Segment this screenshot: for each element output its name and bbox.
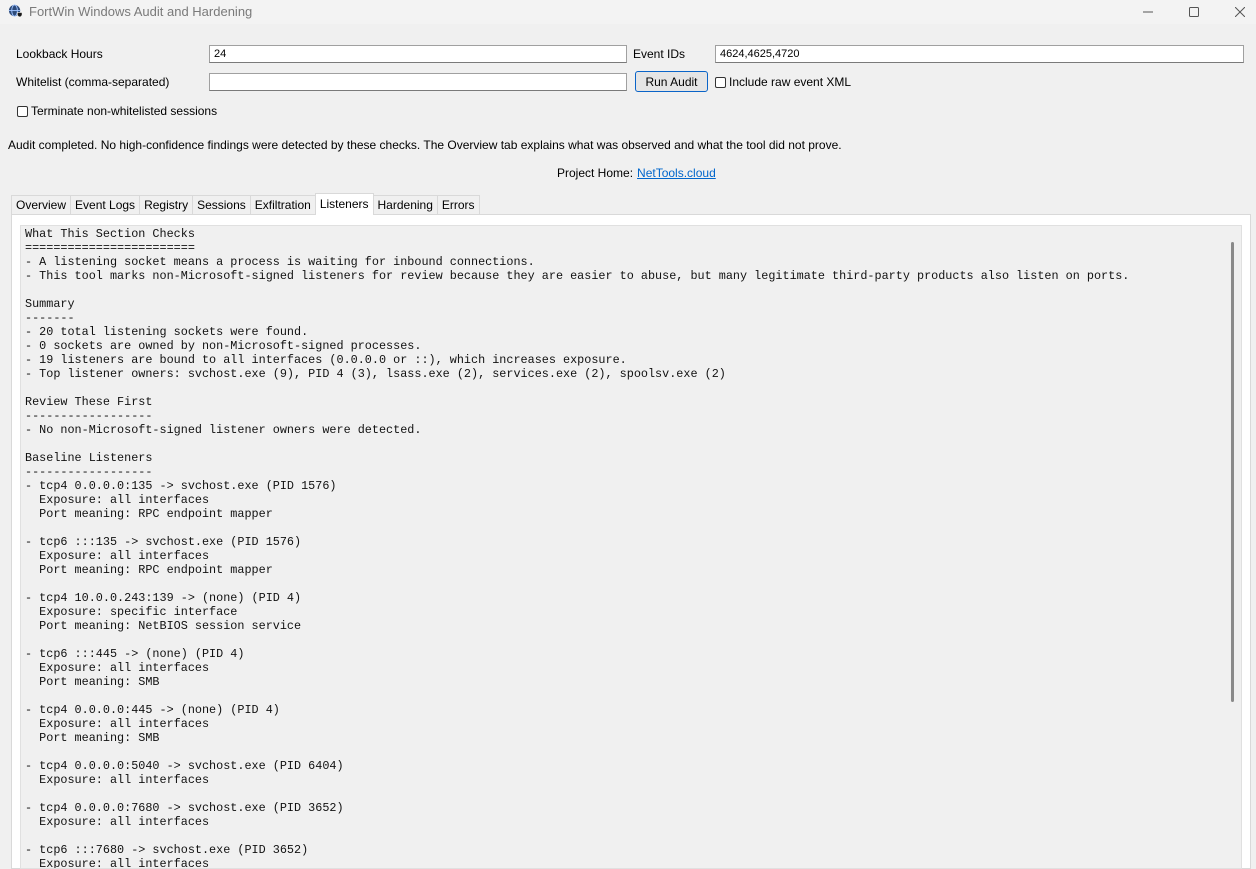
shield-globe-icon — [8, 4, 23, 18]
include-xml-label: Include raw event XML — [729, 75, 852, 89]
tab-strip: Overview Event Logs Registry Sessions Ex… — [11, 193, 480, 215]
vertical-scrollbar[interactable] — [1224, 226, 1241, 868]
terminate-checkbox[interactable]: Terminate non-whitelisted sessions — [17, 104, 217, 118]
listeners-output-text: What This Section Checks ===============… — [25, 227, 1130, 869]
title-bar: FortWin Windows Audit and Hardening — [0, 0, 1256, 24]
close-icon — [1235, 7, 1245, 17]
maximize-button[interactable] — [1171, 0, 1217, 24]
minimize-icon — [1143, 11, 1153, 13]
project-home-link[interactable]: NetTools.cloud — [637, 166, 716, 180]
tab-registry[interactable]: Registry — [139, 195, 194, 214]
checkbox-box[interactable] — [715, 76, 726, 88]
tab-event-logs[interactable]: Event Logs — [70, 195, 141, 214]
tab-overview[interactable]: Overview — [11, 195, 72, 214]
whitelist-label: Whitelist (comma-separated) — [16, 75, 170, 89]
listeners-output-textbox[interactable]: What This Section Checks ===============… — [20, 225, 1242, 869]
scroll-thumb[interactable] — [1231, 242, 1234, 702]
whitelist-input[interactable] — [209, 73, 627, 91]
status-message: Audit completed. No high-confidence find… — [8, 138, 842, 152]
include-xml-checkbox[interactable]: Include raw event XML — [715, 75, 851, 89]
terminate-label: Terminate non-whitelisted sessions — [31, 104, 218, 118]
tab-errors[interactable]: Errors — [436, 195, 480, 214]
project-home: Project Home: NetTools.cloud — [557, 166, 716, 180]
minimize-button[interactable] — [1125, 0, 1171, 24]
tab-sessions[interactable]: Sessions — [192, 195, 251, 214]
lookback-label: Lookback Hours — [16, 47, 103, 61]
window-title: FortWin Windows Audit and Hardening — [29, 4, 253, 19]
tab-hardening[interactable]: Hardening — [372, 195, 438, 214]
event-ids-label: Event IDs — [633, 47, 686, 61]
project-home-label: Project Home: — [557, 166, 634, 180]
event-ids-input[interactable] — [715, 45, 1244, 63]
close-button[interactable] — [1217, 0, 1256, 24]
tab-listeners[interactable]: Listeners — [314, 193, 374, 215]
checkbox-box[interactable] — [17, 105, 28, 117]
tab-exfiltration[interactable]: Exfiltration — [249, 195, 316, 214]
lookback-hours-input[interactable] — [209, 45, 627, 63]
run-audit-button[interactable]: Run Audit — [635, 71, 708, 92]
maximize-icon — [1189, 7, 1199, 17]
